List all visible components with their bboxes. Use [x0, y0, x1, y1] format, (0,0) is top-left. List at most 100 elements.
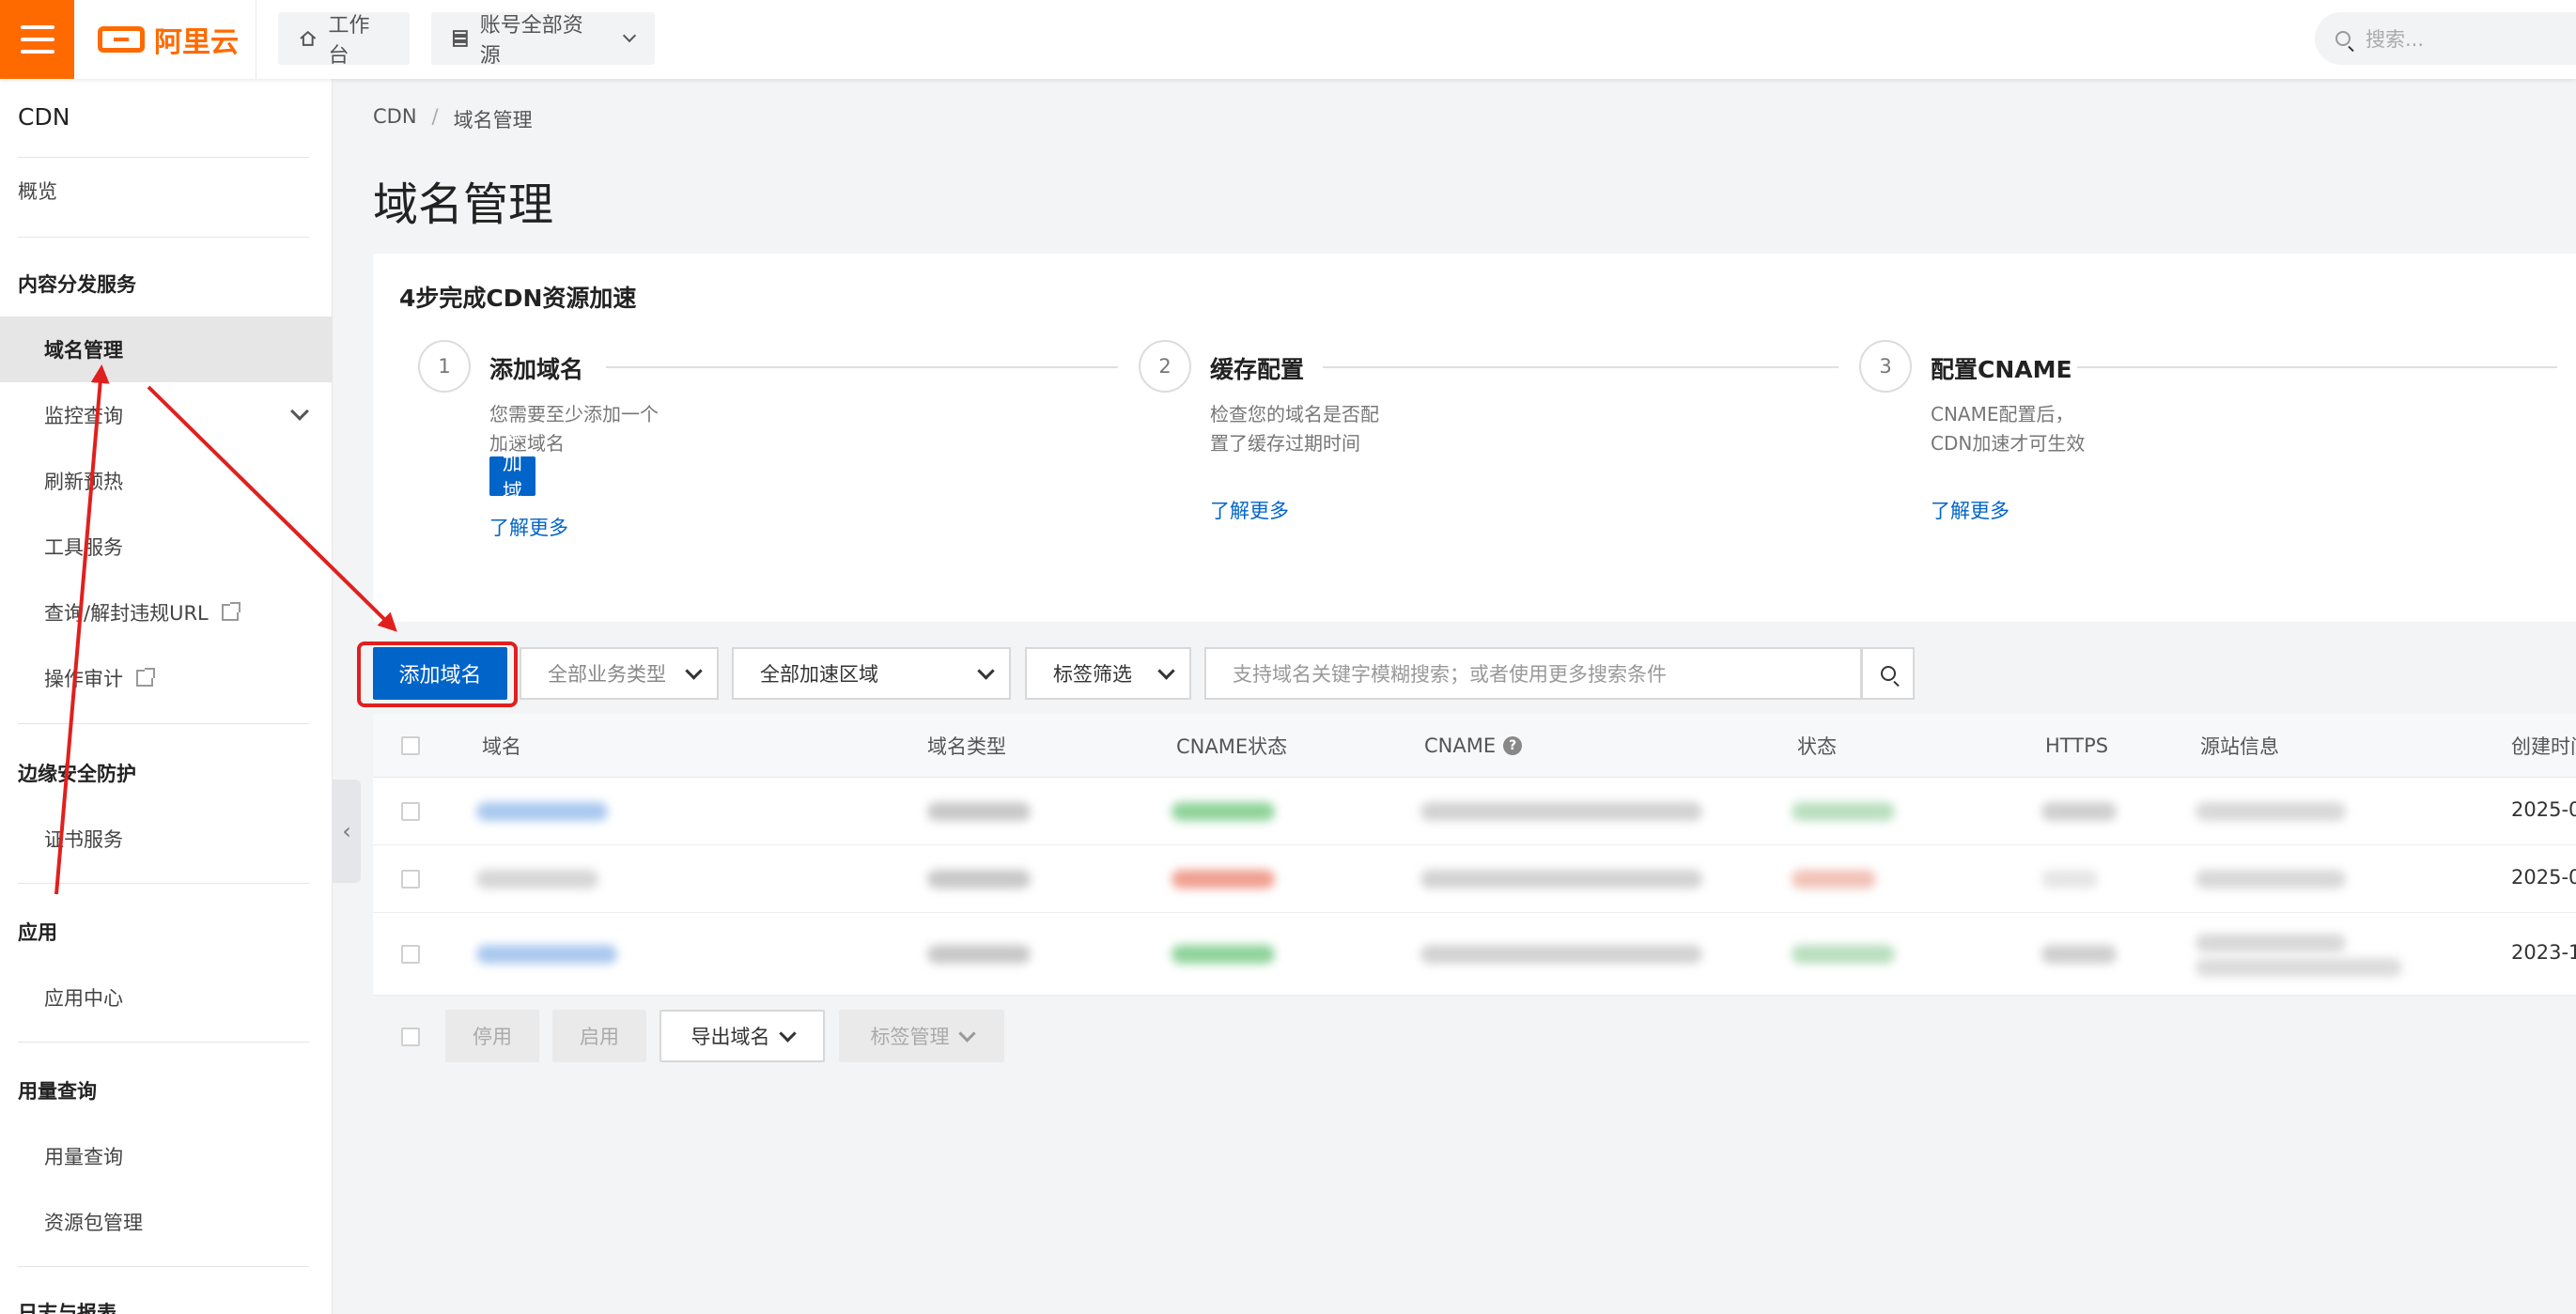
domain-search-placeholder: 支持域名关键字模糊搜索；或者使用更多搜索条件	[1233, 663, 1667, 686]
sidebar-item-audit[interactable]: 操作审计	[0, 645, 333, 711]
global-search-input[interactable]: 搜索...	[2315, 12, 2576, 65]
tag-filter-select[interactable]: 标签筛选	[1025, 647, 1191, 700]
sidebar-divider	[18, 237, 309, 238]
sidebar-item-package-management[interactable]: 资源包管理	[0, 1189, 333, 1255]
column-header-cname: CNAME ?	[1424, 714, 1523, 778]
step-name: 配置CNAME	[1931, 356, 2072, 383]
resource-scope-dropdown[interactable]: 账号全部资源	[431, 12, 655, 68]
blurred-cell	[2196, 934, 2346, 952]
sidebar-item-usage-query[interactable]: 用量查询	[0, 1123, 333, 1189]
chevron-down-icon	[778, 1024, 797, 1043]
sidebar-item-violation-url[interactable]: 查询/解封违规URL	[0, 580, 333, 645]
select-all-checkbox[interactable]	[401, 736, 420, 755]
sidebar-title: CDN	[18, 103, 70, 131]
sidebar-item-app-center[interactable]: 应用中心	[0, 965, 333, 1030]
search-button[interactable]	[1861, 647, 1915, 700]
annotation-highlight-box	[357, 642, 518, 707]
aliyun-logo[interactable]: 阿里云	[98, 21, 239, 59]
blurred-domain[interactable]	[476, 870, 598, 889]
column-header-domain-type: 域名类型	[927, 735, 1006, 758]
column-header-domain: 域名	[482, 735, 521, 758]
learn-more-link[interactable]: 了解更多	[1931, 496, 2010, 524]
domain-table: 域名 域名类型 CNAME状态 CNAME ? 状态 HTTPS 源站信息 创建…	[373, 714, 2576, 996]
sidebar-collapse-toggle[interactable]: ‹	[333, 780, 361, 883]
sidebar-item-tools[interactable]: 工具服务	[0, 514, 333, 580]
sidebar-item-refresh-preload[interactable]: 刷新预热	[0, 448, 333, 514]
blurred-domain[interactable]	[476, 802, 608, 821]
home-icon	[300, 30, 317, 46]
export-domains-button[interactable]: 导出域名	[660, 1010, 825, 1062]
chevron-down-icon	[977, 661, 995, 680]
sidebar-group-apps: 应用	[18, 921, 57, 944]
batch-select-checkbox[interactable]	[401, 1028, 420, 1046]
sidebar-item-certificates[interactable]: 证书服务	[0, 806, 333, 872]
blurred-domain[interactable]	[476, 945, 617, 964]
sidebar-item-label: 查询/解封违规URL	[44, 602, 209, 625]
blurred-cell	[1792, 945, 1895, 964]
breadcrumb-current: 域名管理	[453, 109, 533, 131]
search-icon	[2335, 31, 2351, 46]
sidebar-divider	[18, 723, 309, 724]
chevron-down-icon	[957, 1024, 976, 1043]
created-date: 2025-06	[2511, 798, 2576, 821]
column-header-origin: 源站信息	[2200, 735, 2279, 758]
sidebar-item-monitoring[interactable]: 监控查询	[0, 382, 333, 448]
blurred-cell	[2041, 945, 2117, 964]
hamburger-menu-icon[interactable]	[0, 0, 74, 79]
blurred-cell	[1792, 802, 1895, 821]
enable-button[interactable]: 启用	[552, 1010, 646, 1062]
blurred-cell	[2196, 870, 2346, 889]
blurred-cell	[1172, 945, 1275, 964]
row-checkbox[interactable]	[401, 802, 420, 821]
workbench-button[interactable]: 工作台	[278, 12, 410, 68]
step-description: CNAME配置后，CDN加速才可生效	[1931, 403, 2086, 455]
region-value: 全部加速区域	[760, 663, 878, 686]
step-description: 检查您的域名是否配置了缓存过期时间	[1210, 403, 1379, 455]
table-row[interactable]: 2025-06	[373, 845, 2576, 913]
blurred-cell	[2196, 958, 2402, 977]
domain-search-input[interactable]: 支持域名关键字模糊搜索；或者使用更多搜索条件	[1204, 647, 1862, 700]
learn-more-link[interactable]: 了解更多	[489, 513, 568, 541]
step-connector	[2077, 366, 2557, 368]
learn-more-link[interactable]: 了解更多	[1210, 496, 1289, 524]
step-name: 缓存配置	[1210, 356, 1305, 383]
sidebar-item-label: 监控查询	[44, 405, 123, 427]
table-row[interactable]: 2025-06	[373, 778, 2576, 845]
created-date: 2023-10	[2511, 941, 2576, 964]
tag-management-label: 标签管理	[870, 1026, 950, 1048]
stack-icon	[452, 30, 468, 47]
business-type-select[interactable]: 全部业务类型	[520, 647, 719, 700]
step-number: 2	[1139, 340, 1191, 393]
help-icon[interactable]: ?	[1503, 736, 1523, 755]
global-search-placeholder: 搜索...	[2366, 28, 2425, 51]
chevron-down-icon	[290, 402, 309, 421]
sidebar: CDN 概览 内容分发服务 域名管理 监控查询 刷新预热 工具服务 查询/解封违…	[0, 79, 333, 1314]
workbench-label: 工作台	[328, 14, 370, 68]
sidebar-group-edge-security: 边缘安全防护	[18, 763, 136, 785]
tag-management-button[interactable]: 标签管理	[839, 1010, 1004, 1062]
sidebar-divider	[18, 1266, 309, 1267]
sidebar-group-usage: 用量查询	[18, 1080, 97, 1103]
column-header-cname-label: CNAME	[1424, 734, 1497, 757]
sidebar-item-overview[interactable]: 概览	[0, 158, 333, 224]
step-number: 3	[1859, 340, 1912, 393]
external-link-icon	[136, 668, 155, 687]
business-type-value: 全部业务类型	[548, 663, 666, 686]
table-header: 域名 域名类型 CNAME状态 CNAME ? 状态 HTTPS 源站信息 创建…	[373, 714, 2576, 778]
sidebar-divider	[18, 1042, 309, 1043]
logo-text: 阿里云	[154, 26, 239, 59]
region-select[interactable]: 全部加速区域	[732, 647, 1011, 700]
sidebar-item-label: 操作审计	[44, 668, 123, 690]
disable-button[interactable]: 停用	[445, 1010, 539, 1062]
row-checkbox[interactable]	[401, 945, 420, 964]
breadcrumb-root-link[interactable]: CDN	[373, 105, 417, 133]
resources-label: 账号全部资源	[479, 14, 583, 68]
table-row[interactable]: 2023-10	[373, 913, 2576, 996]
blurred-cell	[1172, 802, 1275, 821]
step-connector	[606, 366, 1118, 368]
breadcrumb-separator: /	[431, 105, 439, 128]
step-add-domain-button[interactable]: 添加域名	[489, 424, 535, 531]
row-checkbox[interactable]	[401, 870, 420, 889]
logo-mark-icon	[98, 26, 145, 53]
sidebar-item-domain-management[interactable]: 域名管理	[0, 317, 333, 382]
